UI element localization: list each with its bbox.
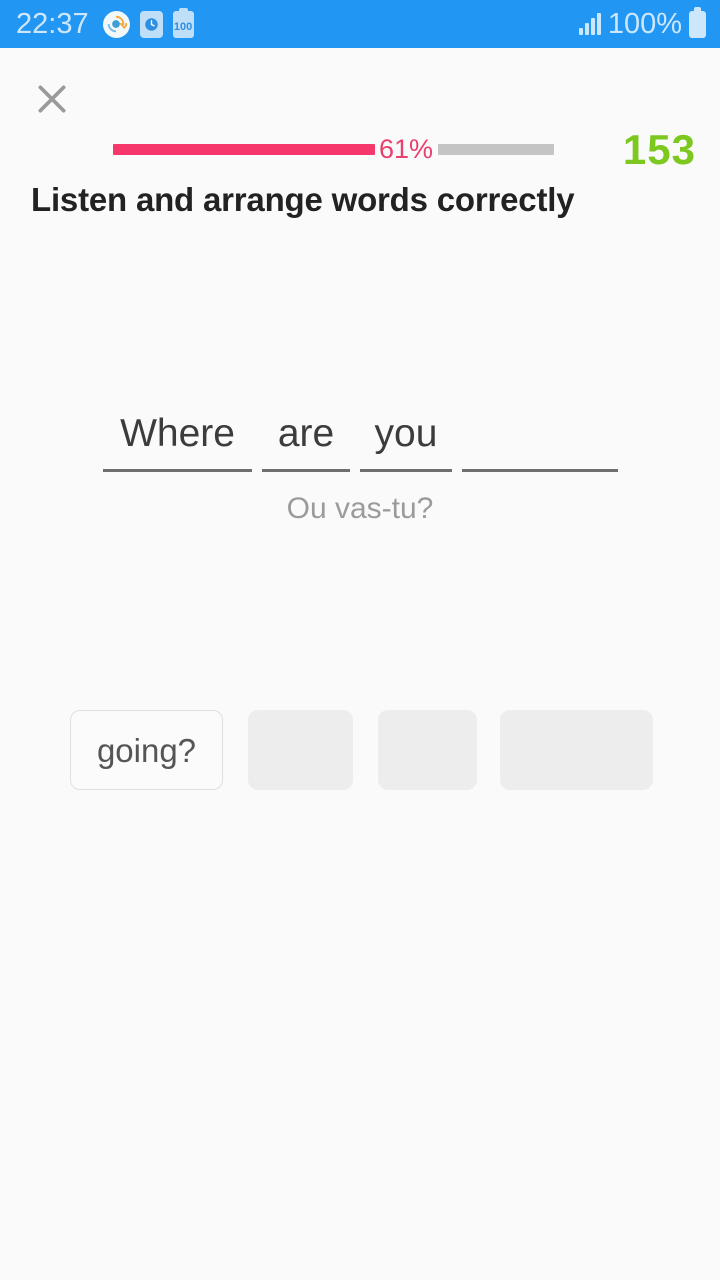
progress-percent-label: 61%: [379, 133, 434, 164]
word-bank-tile-1-label: going?: [96, 731, 197, 769]
answer-slot-row: Where are you: [103, 404, 618, 472]
answer-slot-1[interactable]: Where: [103, 404, 252, 472]
score-counter: 153: [622, 126, 696, 173]
battery-percent-label: 100%: [607, 7, 682, 40]
status-bar-clock: 22:37: [16, 7, 89, 40]
sync-icon: [102, 10, 130, 38]
alarm-icon: [139, 10, 163, 38]
word-bank-tile-2-used: [248, 710, 353, 790]
answer-slot-1-word: Where: [120, 412, 235, 455]
signal-icon: [578, 13, 601, 35]
answer-slot-3-word: you: [374, 412, 438, 455]
word-bank-tile-4-used: [500, 710, 653, 790]
battery-icon: [689, 6, 706, 38]
word-bank-tile-1[interactable]: going?: [70, 710, 223, 790]
close-button[interactable]: [29, 76, 75, 122]
battery-saver-level: 100: [173, 20, 193, 33]
progress-bar-track: [438, 143, 555, 155]
lesson-header: 61% 153: [0, 48, 720, 173]
status-bar: 22:37 100 100%: [0, 0, 720, 48]
answer-slot-3[interactable]: you: [360, 404, 452, 472]
battery-saver-icon: 100: [172, 7, 194, 38]
status-bar-system-icons: 100%: [578, 6, 706, 41]
status-bar-notification-icons: 100: [102, 7, 194, 38]
answer-slot-2-word: are: [277, 412, 335, 455]
translation-hint: Ou vas-tu?: [286, 492, 434, 525]
word-bank: going?: [70, 710, 654, 792]
answer-slot-4[interactable]: [462, 404, 618, 472]
progress-bar-fill: [113, 143, 375, 155]
word-bank-tile-3-used: [378, 710, 477, 790]
exercise-prompt: Listen and arrange words correctly: [31, 181, 575, 218]
answer-slot-2[interactable]: are: [262, 404, 350, 472]
close-icon: [32, 79, 72, 119]
lesson-progress-bar: 61%: [113, 132, 558, 166]
